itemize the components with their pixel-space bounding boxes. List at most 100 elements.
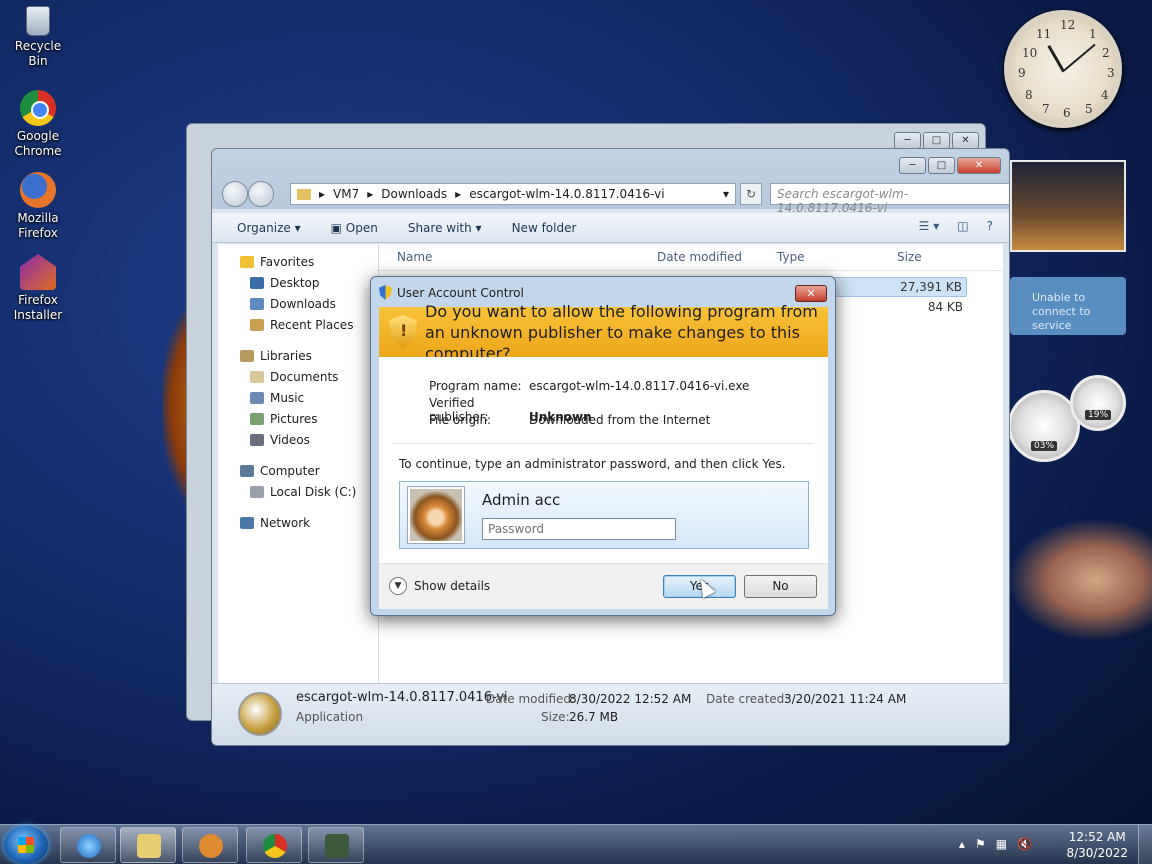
clock-number: 3 <box>1107 66 1115 80</box>
chevron-right-icon: ▸ <box>455 187 462 201</box>
clock-number: 6 <box>1063 106 1071 120</box>
view-tools: ☰ ▾ ◫ ? <box>919 219 993 233</box>
organize-button[interactable]: Organize ▾ <box>237 221 301 235</box>
clock-minute-hand <box>1063 43 1096 71</box>
nav-item-music[interactable]: Music <box>218 388 378 409</box>
window-controls: ─ □ ✕ <box>894 132 979 149</box>
memory-meter-gauge[interactable]: 19% <box>1070 375 1126 431</box>
network-icon <box>240 517 254 529</box>
uac-footer: ▼ Show details Yes No <box>379 563 828 609</box>
back-button[interactable] <box>222 181 248 207</box>
nav-favorites[interactable]: Favorites <box>218 252 378 273</box>
taskbar-media-player[interactable] <box>182 827 238 863</box>
file-size: 84 KB <box>927 300 963 314</box>
close-button[interactable]: ✕ <box>957 157 1001 174</box>
maximize-button[interactable]: □ <box>923 132 950 149</box>
field-label: File origin: <box>429 413 492 427</box>
column-type[interactable]: Type <box>777 250 805 264</box>
videos-icon <box>250 434 264 446</box>
disk-icon <box>250 486 264 498</box>
new-folder-button[interactable]: New folder <box>512 221 577 235</box>
dialog-title-text: User Account Control <box>397 285 524 300</box>
pictures-icon <box>250 413 264 425</box>
nav-item-desktop[interactable]: Desktop <box>218 273 378 294</box>
nav-computer[interactable]: Computer <box>218 461 378 482</box>
taskbar-installer[interactable] <box>308 827 364 863</box>
nav-item-videos[interactable]: Videos <box>218 430 378 451</box>
share-with-button[interactable]: Share with ▾ <box>408 221 482 235</box>
taskbar-explorer[interactable] <box>120 827 176 863</box>
search-input[interactable]: Search escargot-wlm-14.0.8117.0416-vi <box>770 183 1009 215</box>
media-player-icon <box>199 834 223 858</box>
action-center-flag-icon[interactable]: ⚑ <box>975 837 986 851</box>
minimize-button[interactable]: ─ <box>899 157 926 174</box>
taskbar-internet-explorer[interactable] <box>60 827 116 863</box>
details-label: Date modified: <box>486 692 576 706</box>
breadcrumb-item[interactable]: VM7 <box>333 187 359 201</box>
show-hidden-icons-icon[interactable]: ▴ <box>959 837 965 851</box>
dialog-title: User Account Control <box>379 285 524 300</box>
breadcrumb-item[interactable]: escargot-wlm-14.0.8117.0416-vi <box>469 187 664 201</box>
show-details-link[interactable]: Show details <box>414 579 490 593</box>
help-icon[interactable]: ? <box>987 219 993 233</box>
documents-icon <box>250 371 264 383</box>
desktop-icon-label: Mozilla Firefox <box>17 211 59 240</box>
installer-icon <box>325 834 349 858</box>
desktop-icon-mozilla-firefox[interactable]: Mozilla Firefox <box>4 172 72 241</box>
firefox-installer-icon <box>20 254 56 290</box>
column-size[interactable]: Size <box>897 250 922 264</box>
nav-network[interactable]: Network <box>218 513 378 534</box>
nav-item-local-disk[interactable]: Local Disk (C:) <box>218 482 378 503</box>
preview-pane-icon[interactable]: ◫ <box>957 219 968 233</box>
maximize-button[interactable]: □ <box>928 157 955 174</box>
nav-item-recent-places[interactable]: Recent Places <box>218 315 378 336</box>
nav-libraries[interactable]: Libraries <box>218 346 378 367</box>
refresh-button[interactable]: ↻ <box>740 183 762 205</box>
user-name: Admin acc <box>482 491 561 509</box>
password-field[interactable] <box>482 518 676 540</box>
column-name[interactable]: Name <box>397 250 432 264</box>
origin-value: Downloaded from the Internet <box>529 413 711 427</box>
network-status-icon[interactable]: ▦ <box>996 837 1007 851</box>
breadcrumb-item[interactable]: Downloads <box>381 187 447 201</box>
taskbar: ▴ ⚑ ▦ 🔇 12:52 AM 8/30/2022 <box>0 824 1152 864</box>
weather-gadget[interactable]: Unable to connect to service <box>1010 277 1126 335</box>
notification-area: ▴ ⚑ ▦ 🔇 <box>959 837 1032 851</box>
column-date-modified[interactable]: Date modified <box>657 250 742 264</box>
chevron-down-icon[interactable]: ▼ <box>389 577 407 595</box>
nav-item-pictures[interactable]: Pictures <box>218 409 378 430</box>
show-desktop-button[interactable] <box>1138 825 1152 864</box>
desktop-icon-firefox-installer[interactable]: Firefox Installer <box>4 254 72 323</box>
clock-number: 5 <box>1085 102 1093 116</box>
address-bar[interactable]: ▸ VM7 ▸ Downloads ▸ escargot-wlm-14.0.81… <box>290 183 736 205</box>
clock-number: 11 <box>1036 27 1052 41</box>
uac-dialog[interactable]: User Account Control ✕ Do you want to al… <box>370 276 836 616</box>
clock-number: 1 <box>1089 27 1097 41</box>
volume-muted-icon[interactable]: 🔇 <box>1017 837 1032 851</box>
desktop-icon-google-chrome[interactable]: Google Chrome <box>4 90 72 159</box>
close-button[interactable]: ✕ <box>952 132 979 149</box>
forward-button[interactable] <box>248 181 274 207</box>
clock-gadget[interactable]: 12 1 2 3 4 5 6 7 8 9 10 11 <box>1004 10 1122 128</box>
minimize-button[interactable]: ─ <box>894 132 921 149</box>
start-button[interactable] <box>4 826 48 864</box>
wallpaper-rocket-smoke <box>1010 520 1152 640</box>
chevron-down-icon[interactable]: ▾ <box>723 187 729 201</box>
no-button[interactable]: No <box>744 575 817 598</box>
credential-tile[interactable]: Admin acc <box>399 481 809 549</box>
nav-label: Network <box>260 516 311 530</box>
nav-label: Music <box>270 391 305 405</box>
taskbar-chrome[interactable] <box>246 827 302 863</box>
open-button[interactable]: ▣ Open <box>331 221 378 235</box>
slideshow-gadget[interactable] <box>1010 160 1126 252</box>
chrome-icon <box>20 90 56 126</box>
taskbar-clock[interactable]: 12:52 AM 8/30/2022 <box>1066 829 1128 861</box>
folder-icon <box>137 834 161 858</box>
nav-item-documents[interactable]: Documents <box>218 367 378 388</box>
close-button[interactable]: ✕ <box>795 285 827 302</box>
music-icon <box>250 392 264 404</box>
change-view-icon[interactable]: ☰ ▾ <box>919 219 940 233</box>
nav-label: Recent Places <box>270 318 354 332</box>
desktop-icon-recycle-bin[interactable]: Recycle Bin <box>4 6 72 69</box>
nav-item-downloads[interactable]: Downloads <box>218 294 378 315</box>
